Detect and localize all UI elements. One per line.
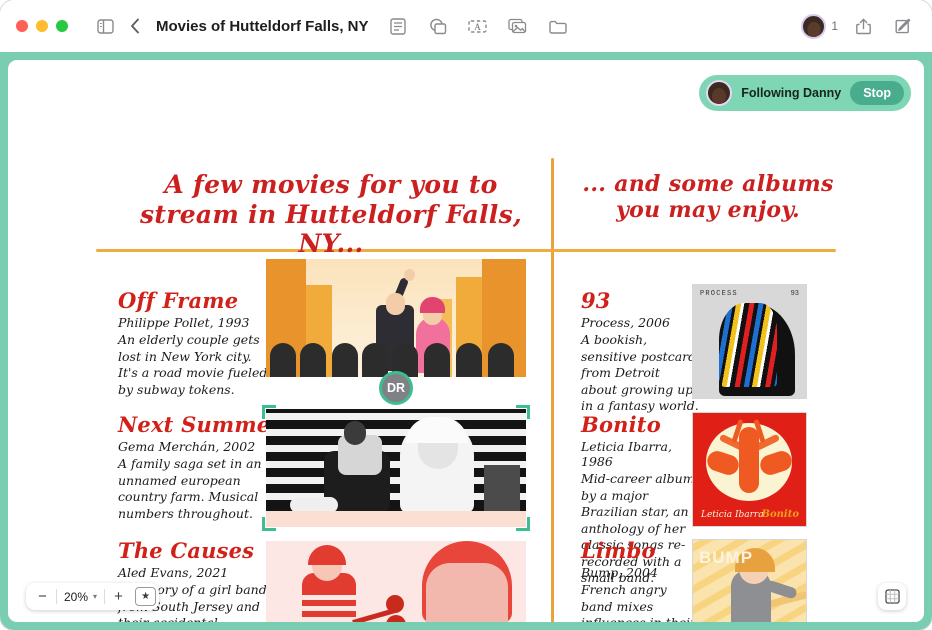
toolbar-right: 1 (801, 0, 918, 52)
close-button[interactable] (16, 20, 28, 32)
zoom-in-button[interactable]: + (105, 584, 132, 609)
app-window: Movies of Hutteldorf Falls, NY A 1 Follo… (0, 0, 932, 630)
freeform-canvas[interactable]: Following Danny Stop A few movies for yo… (8, 60, 924, 622)
movie-credit: Philippe Pollet, 1993 (118, 315, 250, 330)
cover-band-name: BUMP (699, 548, 754, 567)
album-credit: Bump, 2004 (581, 565, 658, 580)
movies-heading: A few movies for you to stream in Huttel… (140, 170, 522, 258)
chevron-left-icon[interactable] (120, 11, 150, 41)
collaborator-cursor: DR (379, 371, 413, 405)
page-title: Movies of Hutteldorf Falls, NY (156, 17, 369, 35)
collaborator-count: 1 (831, 19, 838, 33)
maximize-button[interactable] (56, 20, 68, 32)
album-title: Bonito (581, 412, 661, 437)
album-cover-limbo[interactable]: BUMP LIMBO (692, 539, 807, 622)
share-icon[interactable] (848, 11, 878, 41)
following-pill[interactable]: Following Danny Stop (699, 75, 911, 111)
movie-title: Next Summer (118, 412, 282, 437)
cover-label-93: 93 (790, 290, 799, 298)
album-credit: Process, 2006 (581, 315, 670, 330)
off-frame-still[interactable] (266, 259, 526, 377)
sidebar-icon[interactable] (90, 11, 120, 41)
album-credit: Leticia Ibarra, 1986 (581, 439, 672, 469)
album-description: A bookish, sensitive postcard from Detro… (581, 332, 699, 413)
movie-entry-next-summer[interactable]: Next Summer Gema Merchán, 2002 A family … (118, 412, 282, 522)
movie-credit: Aled Evans, 2021 (118, 565, 229, 580)
text-box-icon[interactable]: A (463, 11, 493, 41)
chevron-down-icon: ▾ (93, 592, 98, 601)
window-controls[interactable] (16, 20, 68, 32)
star-icon[interactable]: ★ (135, 587, 157, 606)
movie-title: Off Frame (118, 288, 239, 313)
cover-album-name: Bonito (761, 509, 799, 520)
shapes-icon[interactable] (423, 11, 453, 41)
movie-credit: Gema Merchán, 2002 (118, 439, 256, 454)
movie-entry-off-frame[interactable]: Off Frame Philippe Pollet, 1993 An elder… (118, 288, 268, 398)
album-entry-limbo[interactable]: Limbo Bump, 2004 French angry band mixes… (581, 538, 699, 622)
following-label: Following Danny (741, 86, 842, 100)
grid-icon[interactable] (878, 583, 906, 610)
collaborators[interactable]: 1 (801, 13, 838, 39)
title-bar: Movies of Hutteldorf Falls, NY A 1 (0, 0, 932, 52)
next-summer-still[interactable] (266, 409, 526, 527)
compose-icon[interactable] (888, 11, 918, 41)
minimize-button[interactable] (36, 20, 48, 32)
movie-title: The Causes (118, 538, 255, 563)
cover-artist-name: Leticia Ibarra (701, 510, 764, 520)
the-causes-still[interactable] (266, 541, 526, 622)
zoom-out-button[interactable]: − (29, 584, 56, 609)
album-title: Limbo (581, 538, 656, 563)
album-description: French angry band mixes influences in th… (581, 582, 696, 622)
board: A few movies for you to stream in Huttel… (8, 60, 924, 622)
media-icon[interactable] (503, 11, 533, 41)
cover-label-process: PROCESS (700, 290, 738, 298)
zoom-controls[interactable]: − 20% ▾ + ★ (26, 583, 160, 610)
albums-heading: ... and some albums you may enjoy. (582, 171, 834, 223)
movie-description: A family saga set in an unnamed european… (118, 456, 262, 521)
vertical-divider (551, 158, 554, 622)
movie-description: An elderly couple gets lost in New York … (118, 332, 268, 397)
folder-icon[interactable] (543, 11, 573, 41)
zoom-level-select[interactable]: 20% ▾ (57, 590, 104, 604)
following-avatar (706, 80, 733, 106)
canvas-shell: Following Danny Stop A few movies for yo… (0, 52, 932, 630)
album-cover-93[interactable]: PROCESS 93 (692, 284, 807, 399)
album-entry-93[interactable]: 93 Process, 2006 A bookish, sensitive po… (581, 288, 699, 415)
note-icon[interactable] (383, 11, 413, 41)
album-cover-bonito[interactable]: Leticia Ibarra Bonito (692, 412, 807, 527)
zoom-level-value: 20% (64, 589, 89, 604)
insert-toolbar: A (383, 11, 573, 41)
stop-following-button[interactable]: Stop (850, 81, 904, 105)
svg-text:A: A (474, 22, 481, 32)
avatar[interactable] (801, 13, 827, 39)
album-title: 93 (581, 288, 611, 313)
